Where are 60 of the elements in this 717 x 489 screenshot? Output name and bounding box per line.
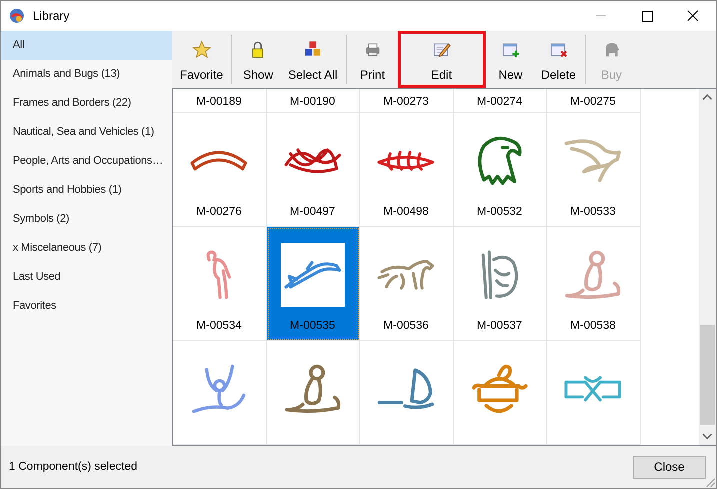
close-button[interactable]: Close: [633, 456, 706, 478]
scrollbar[interactable]: [699, 89, 716, 445]
tile-label: M-00274: [477, 95, 522, 110]
category-item[interactable]: Nautical, Sea and Vehicles (1): [1, 118, 172, 147]
category-item[interactable]: Last Used: [1, 263, 172, 292]
category-item[interactable]: Animals and Bugs (13): [1, 60, 172, 89]
category-item[interactable]: x Miscelaneous (7): [1, 234, 172, 263]
library-tile[interactable]: [547, 341, 640, 445]
library-tile[interactable]: M-00273: [360, 89, 454, 113]
tile-label: M-00497: [290, 205, 336, 220]
tile-label: M-00533: [570, 205, 616, 220]
library-tile[interactable]: M-00275: [547, 89, 640, 113]
toolbar-button[interactable]: Select All: [283, 31, 343, 88]
library-tile[interactable]: [266, 341, 360, 445]
library-tile[interactable]: [173, 341, 266, 445]
tile-label: M-00537: [477, 319, 522, 334]
tile-label: M-00190: [290, 95, 336, 110]
category-item[interactable]: Symbols (2): [1, 205, 172, 234]
tile-label: M-00275: [570, 95, 616, 110]
library-tile[interactable]: M-00274: [454, 89, 547, 113]
category-item[interactable]: People, Arts and Occupations…: [1, 147, 172, 176]
library-tile[interactable]: M-00498: [360, 113, 454, 227]
category-item[interactable]: Frames and Borders (22): [1, 89, 172, 118]
library-tile[interactable]: M-00534: [173, 227, 266, 341]
library-tile[interactable]: M-00190: [266, 89, 360, 113]
scrollbar-thumb[interactable]: [700, 325, 715, 425]
tile-label: M-00276: [196, 205, 242, 220]
category-item[interactable]: All: [1, 31, 172, 60]
category-item[interactable]: Sports and Hobbies (1): [1, 176, 172, 205]
tile-label: M-00534: [196, 319, 242, 334]
tile-label: M-00532: [477, 205, 522, 220]
library-tile[interactable]: M-00497: [266, 113, 360, 227]
library-tile[interactable]: M-00533: [547, 113, 640, 227]
tile-label: M-00498: [384, 205, 429, 220]
library-tile[interactable]: M-00538: [547, 227, 640, 341]
tile-label: M-00538: [570, 319, 616, 334]
toolbar-button[interactable]: Favorite: [175, 31, 228, 88]
category-item[interactable]: Favorites: [1, 292, 172, 321]
toolbar-button[interactable]: Show: [235, 31, 282, 88]
resize-grip-icon[interactable]: [704, 476, 716, 488]
library-tile[interactable]: M-00536: [360, 227, 454, 341]
tile-label: M-00189: [196, 95, 242, 110]
window-title: Library: [33, 9, 70, 23]
library-tile[interactable]: M-00537: [454, 227, 547, 341]
library-tile[interactable]: M-00276: [173, 113, 266, 227]
star-icon: [192, 40, 212, 60]
toolbar-button[interactable]: Edit: [398, 31, 486, 88]
library-tile[interactable]: M-00535: [266, 227, 360, 341]
library-tile[interactable]: [360, 341, 454, 445]
status-text: 1 Component(s) selected: [9, 461, 138, 473]
tile-label: M-00536: [384, 319, 429, 334]
app-icon: [9, 8, 25, 24]
tile-label: M-00273: [384, 95, 429, 110]
toolbar-button[interactable]: Delete: [536, 31, 582, 88]
library-tile[interactable]: M-00532: [454, 113, 547, 227]
toolbar-button[interactable]: Print: [350, 31, 396, 88]
library-tile[interactable]: M-00189: [173, 89, 266, 113]
library-tile[interactable]: [454, 341, 547, 445]
tile-label: M-00535: [290, 319, 336, 334]
toolbar-button[interactable]: New: [488, 31, 534, 88]
